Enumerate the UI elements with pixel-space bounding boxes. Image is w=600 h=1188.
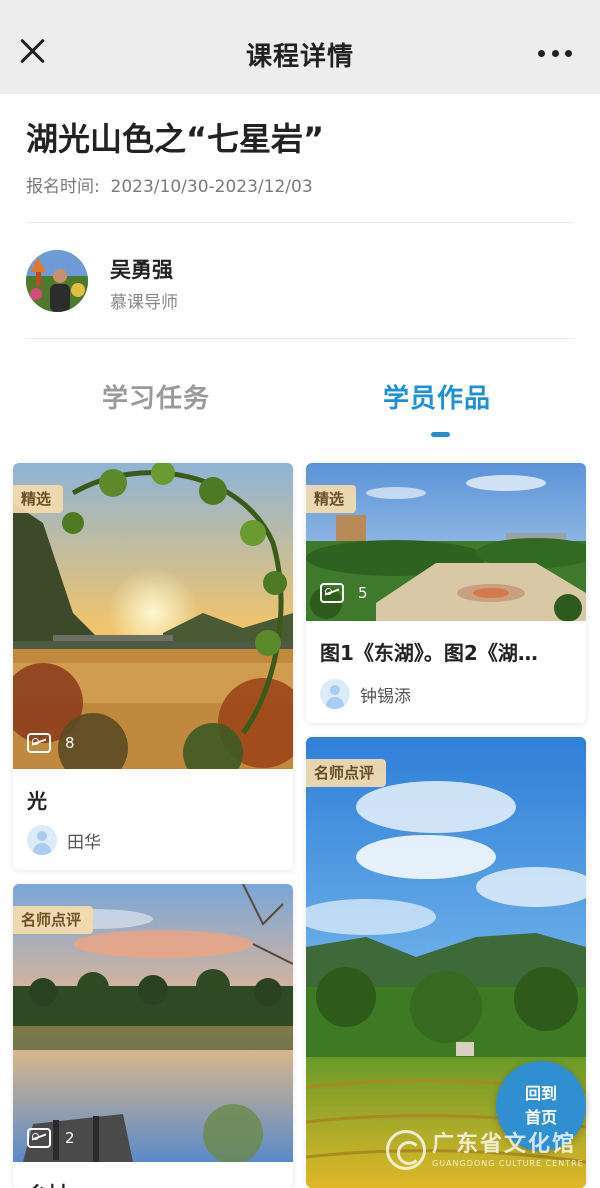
image-icon bbox=[27, 1128, 51, 1148]
image-icon bbox=[27, 733, 51, 753]
work-card[interactable]: 精选 8 光 田华 bbox=[13, 463, 293, 870]
tab-student-works[interactable]: 学员作品 bbox=[383, 378, 491, 415]
teacher-review-badge: 名师点评 bbox=[13, 906, 94, 934]
work-photo[interactable]: 精选 5 bbox=[306, 463, 586, 621]
author-name: 田华 bbox=[67, 832, 101, 853]
work-card[interactable]: 精选 5 图1《东湖》。图2《湖… 钟锡添 bbox=[306, 463, 586, 723]
course-title: 湖光山色之“七星岩” bbox=[26, 120, 325, 158]
featured-badge: 精选 bbox=[13, 485, 64, 513]
divider bbox=[26, 222, 574, 223]
work-title[interactable]: 乡村 bbox=[27, 1178, 279, 1188]
featured-badge: 精选 bbox=[306, 485, 357, 513]
work-author[interactable]: 钟锡添 bbox=[320, 679, 411, 709]
author-name: 钟锡添 bbox=[360, 686, 411, 707]
tab-learning-tasks[interactable]: 学习任务 bbox=[102, 378, 210, 415]
watermark-cn: 广东省文化馆 bbox=[432, 1131, 577, 1157]
watermark: 广东省文化馆 GUANGDONG CULTURE CENTRE bbox=[386, 1126, 596, 1174]
work-photo[interactable]: 精选 8 bbox=[13, 463, 293, 769]
image-count: 5 bbox=[320, 583, 368, 603]
work-photo[interactable]: 名师点评 2 bbox=[13, 884, 293, 1162]
work-card[interactable]: 名师点评 2 乡村 bbox=[13, 884, 293, 1188]
teacher-review-badge: 名师点评 bbox=[306, 759, 387, 787]
enroll-period: 报名时间: 2023/10/30-2023/12/03 bbox=[26, 172, 313, 197]
divider bbox=[26, 338, 574, 339]
work-author[interactable]: 田华 bbox=[27, 825, 101, 855]
tutor-role: 慕课导师 bbox=[110, 293, 178, 313]
tutor-name[interactable]: 吴勇强 bbox=[110, 254, 173, 284]
active-tab-indicator bbox=[431, 432, 450, 437]
image-count-value: 2 bbox=[65, 1129, 75, 1147]
image-count-value: 8 bbox=[65, 734, 75, 752]
image-count: 8 bbox=[27, 733, 75, 753]
work-title[interactable]: 图1《东湖》。图2《湖… bbox=[320, 637, 572, 666]
work-title[interactable]: 光 bbox=[27, 785, 279, 814]
enroll-dates: 2023/10/30-2023/12/03 bbox=[110, 177, 313, 197]
image-icon bbox=[320, 583, 344, 603]
user-avatar-icon bbox=[27, 825, 57, 855]
enroll-label: 报名时间: bbox=[26, 177, 100, 197]
page-title: 课程详情 bbox=[245, 42, 354, 72]
culture-centre-logo-icon bbox=[386, 1130, 426, 1170]
tutor-avatar[interactable] bbox=[26, 250, 88, 312]
top-nav-bar: 课程详情 bbox=[0, 0, 600, 94]
user-avatar-icon bbox=[320, 679, 350, 709]
more-options-icon[interactable] bbox=[538, 50, 572, 58]
home-button-line1: 回到 bbox=[524, 1084, 557, 1103]
image-count: 2 bbox=[27, 1128, 75, 1148]
image-count-value: 5 bbox=[358, 584, 368, 602]
watermark-en: GUANGDONG CULTURE CENTRE bbox=[432, 1158, 584, 1168]
